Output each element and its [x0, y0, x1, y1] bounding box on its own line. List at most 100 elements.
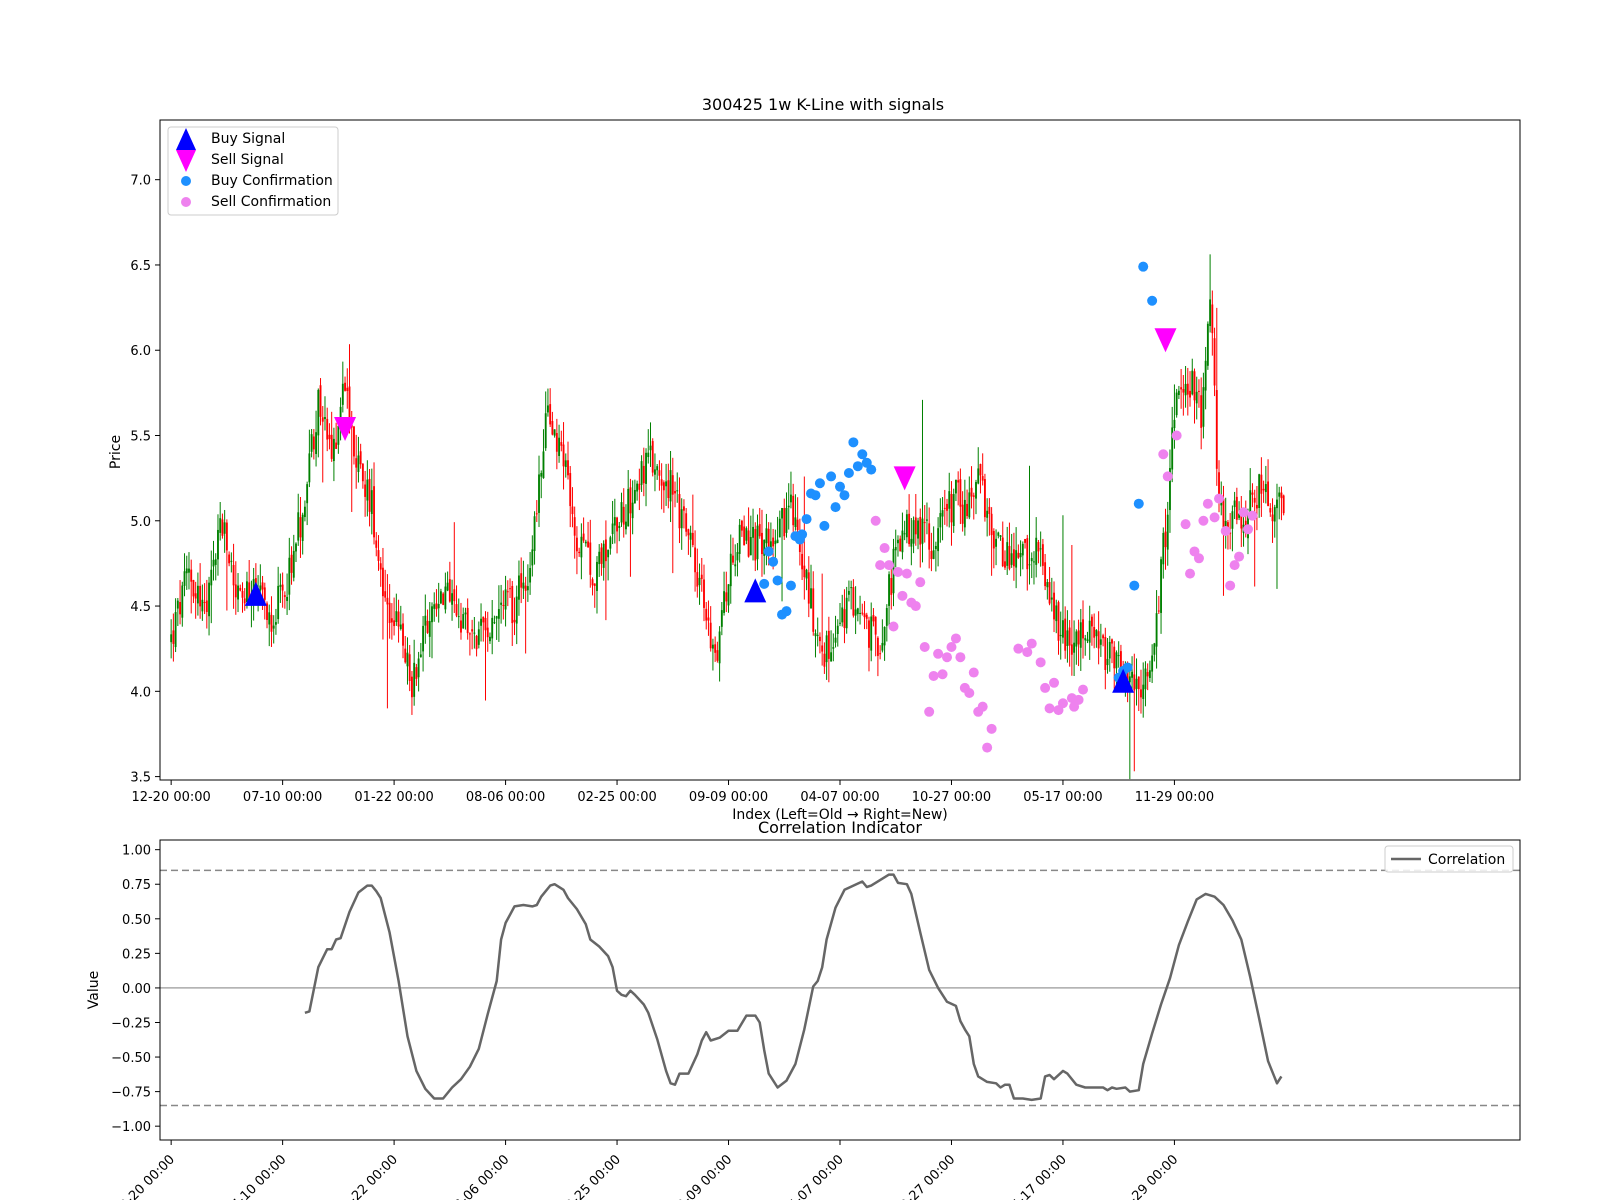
sell-confirmation-point — [964, 688, 975, 699]
candle-body — [268, 612, 271, 625]
candle-body — [807, 572, 810, 604]
candle-body — [504, 589, 507, 610]
buy-confirmation-point — [781, 606, 792, 617]
candle-body — [761, 532, 763, 555]
candle-body — [1090, 616, 1093, 627]
candle-body — [1198, 390, 1200, 392]
candle-body — [725, 592, 728, 602]
kline-ytick-label: 6.0 — [130, 344, 151, 359]
candle-body — [1186, 383, 1189, 395]
candle-body — [544, 413, 547, 449]
candle-body — [317, 389, 320, 436]
candle-body — [622, 506, 625, 525]
kline-ylabel: Price — [108, 435, 124, 469]
sell-confirmation-point — [892, 566, 903, 577]
candle-body — [188, 568, 190, 573]
candle-body — [680, 509, 683, 529]
buy-confirmation-point — [848, 437, 859, 448]
candle-body — [1075, 631, 1078, 647]
candle-body — [968, 492, 971, 518]
candle-body — [1193, 371, 1196, 401]
candle-body — [232, 564, 235, 586]
candle-body — [885, 608, 888, 626]
candle-body — [752, 526, 754, 538]
candle-body — [428, 621, 431, 637]
candle-body — [1255, 504, 1258, 509]
candle-body — [524, 585, 527, 591]
candle-body — [1099, 639, 1102, 645]
candle-body — [511, 585, 514, 624]
candle-body — [698, 577, 701, 586]
candle-body — [569, 473, 572, 507]
candle-body — [578, 551, 581, 554]
candle-body — [825, 635, 828, 663]
candle-body — [678, 494, 681, 529]
candle-body — [460, 620, 462, 633]
candle-body — [818, 636, 821, 642]
candle-body — [451, 593, 454, 605]
candle-body — [854, 609, 857, 616]
candle-body — [1095, 629, 1098, 637]
candle-body — [210, 569, 213, 586]
candle-body — [667, 480, 670, 499]
candle-body — [861, 612, 864, 614]
candle-body — [1070, 644, 1073, 655]
sell-confirmation-point — [1158, 449, 1169, 460]
candle-body — [1157, 610, 1160, 612]
sell-confirmation-point — [933, 648, 944, 659]
candle-body — [546, 405, 549, 413]
candle-body — [406, 652, 409, 667]
candle-body — [816, 634, 819, 636]
candle-body — [509, 588, 511, 590]
candle-body — [832, 647, 835, 649]
sell-confirmation-point — [937, 669, 948, 680]
candle-body — [375, 540, 378, 548]
candle-body — [555, 432, 558, 452]
candle-body — [647, 452, 650, 458]
candle-body — [377, 550, 380, 561]
candle-body — [542, 451, 545, 479]
candle-body — [926, 519, 928, 521]
candle-body — [283, 595, 286, 597]
sell-confirmation-point — [875, 560, 886, 571]
buy-confirmation-point — [830, 502, 841, 513]
candle-body — [801, 553, 804, 570]
candle-body — [446, 582, 449, 591]
candle-body — [1111, 639, 1113, 644]
kline-ytick-label: 7.0 — [130, 174, 151, 189]
candle-body — [781, 508, 783, 519]
candle-body — [941, 510, 944, 517]
candle-body — [1113, 646, 1116, 669]
candle-body — [321, 417, 324, 422]
candle-body — [727, 584, 730, 606]
candle-body — [1269, 508, 1272, 513]
candle-body — [279, 584, 282, 587]
candle-body — [540, 472, 543, 477]
candle-body — [645, 452, 647, 484]
candle-body — [711, 644, 714, 649]
candle-body — [480, 618, 482, 626]
sell-confirmation-point — [1022, 647, 1033, 658]
candle-body — [560, 442, 563, 446]
candle-body — [270, 614, 273, 632]
candle-body — [591, 579, 594, 586]
kline-ytick-label: 5.0 — [130, 515, 151, 530]
candle-body — [830, 652, 833, 662]
candle-body — [277, 585, 280, 620]
candle-body — [983, 479, 986, 518]
candle-body — [292, 550, 295, 578]
candle-body — [1037, 542, 1040, 552]
candle-body — [477, 629, 480, 645]
candle-body — [700, 574, 703, 579]
candle-body — [393, 620, 396, 627]
candle-body — [1062, 620, 1064, 638]
candle-body — [464, 612, 467, 615]
corr-ytick-label: 0.25 — [122, 947, 151, 962]
sell-confirmation-point — [950, 633, 961, 644]
sell-confirmation-point — [1243, 524, 1253, 535]
candle-body — [315, 432, 318, 455]
buy-confirmation-point — [835, 481, 845, 492]
candle-body — [999, 535, 1002, 538]
candle-body — [1206, 323, 1209, 366]
candle-body — [812, 588, 815, 632]
